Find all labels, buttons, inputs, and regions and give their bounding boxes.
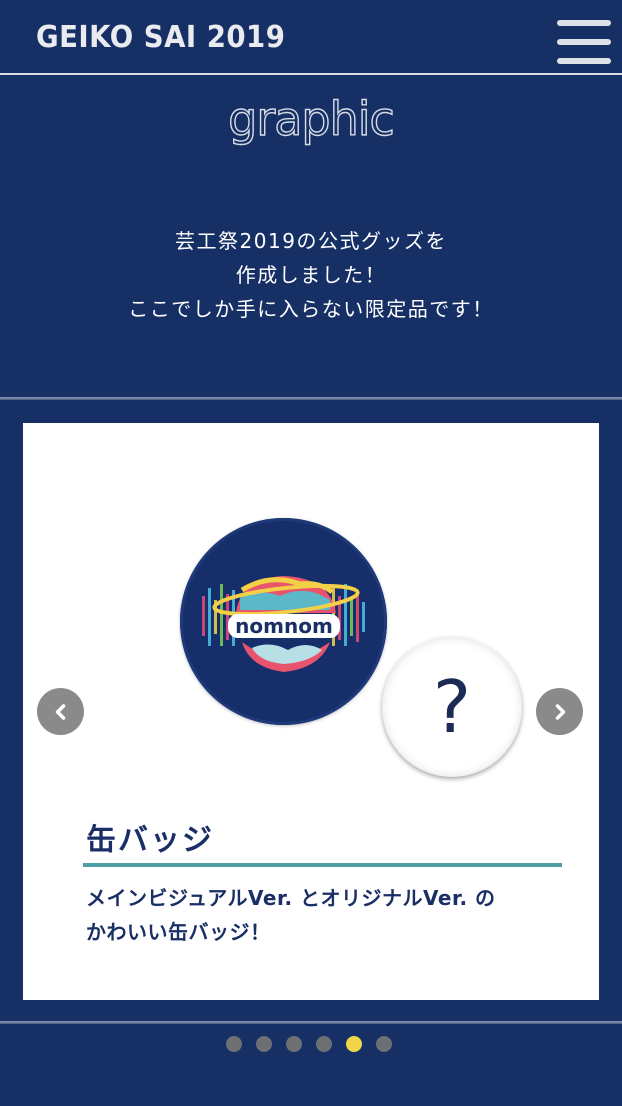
description-line: メインビジュアルVer. とオリジナルVer. の (86, 886, 496, 910)
menu-bar (557, 58, 611, 64)
badge-artwork: nomnom (202, 576, 365, 672)
hamburger-menu-icon[interactable] (557, 20, 611, 64)
next-slide-button[interactable] (536, 688, 583, 735)
pagination-dot[interactable] (226, 1036, 242, 1052)
menu-bar (557, 20, 611, 26)
intro-line: 芸工祭2019の公式グッズを (175, 229, 447, 253)
product-title: 缶バッジ (86, 823, 214, 858)
intro-text: 芸工祭2019の公式グッズを 作成しました！ ここでしか手に入らない限定品です！ (0, 224, 622, 326)
menu-bar (557, 39, 611, 45)
pagination-dot-active[interactable] (346, 1036, 362, 1052)
mystery-badge: ? (382, 637, 522, 777)
chevron-left-icon (55, 703, 65, 720)
product-card: nomnom ? 缶バッジ メインビジュアルVer. とオリジナルVer. の … (23, 423, 599, 1000)
intro-line: ここでしか手に入らない限定品です！ (128, 297, 494, 321)
chevron-right-icon (555, 703, 565, 720)
intro-line: 作成しました！ (235, 263, 387, 287)
title-underline (83, 863, 562, 867)
site-title[interactable]: GEIKO SAI 2019 (36, 20, 285, 55)
pagination-dot[interactable] (286, 1036, 302, 1052)
pagination-dot[interactable] (376, 1036, 392, 1052)
site-header: GEIKO SAI 2019 (0, 0, 622, 75)
product-description: メインビジュアルVer. とオリジナルVer. の かわいい缶バッジ！ (86, 881, 556, 949)
carousel-pagination (226, 1036, 406, 1052)
description-line: かわいい缶バッジ！ (86, 920, 271, 944)
question-mark: ? (432, 665, 472, 749)
badge-logo-text: nomnom (235, 614, 333, 638)
pagination-dot[interactable] (256, 1036, 272, 1052)
section-heading: graphic (227, 91, 395, 146)
bottom-divider (0, 1021, 622, 1024)
prev-slide-button[interactable] (37, 688, 84, 735)
top-divider (0, 397, 622, 400)
pagination-dot[interactable] (316, 1036, 332, 1052)
main-visual-badge: nomnom (180, 518, 387, 725)
